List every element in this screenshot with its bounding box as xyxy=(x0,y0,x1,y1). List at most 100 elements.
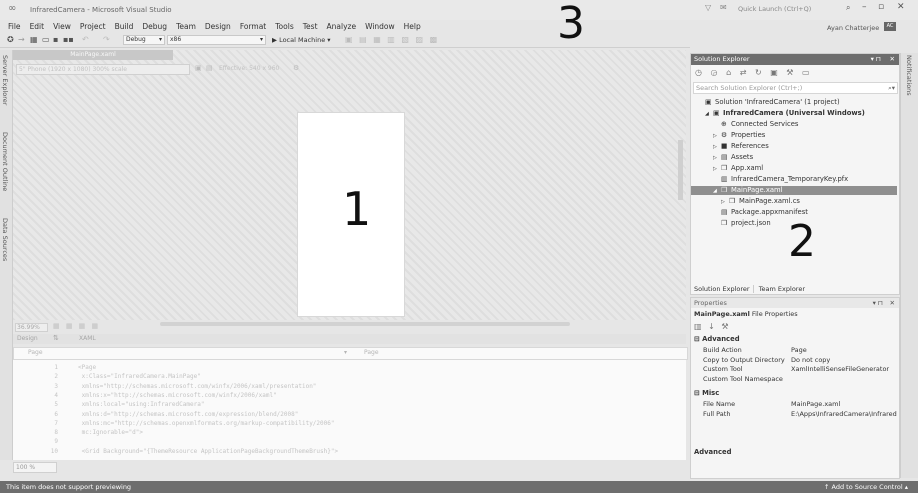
open-icon[interactable]: ▭ xyxy=(42,35,50,44)
property-row[interactable]: Copy to Output Directory Do not copy xyxy=(703,356,893,365)
device-dropdown[interactable]: 5" Phone (1920 x 1080) 300% scale xyxy=(16,64,190,75)
code-line[interactable]: 10 <Grid Background="{ThemeResource Appl… xyxy=(13,447,686,456)
code-line[interactable]: 4 xmlns:x="http://schemas.microsoft.com/… xyxy=(13,391,686,400)
property-row[interactable]: Custom Tool Namespace xyxy=(703,375,893,384)
designer-vertical-scrollbar[interactable] xyxy=(678,140,683,200)
code-line[interactable]: 1 <Page xyxy=(13,363,686,372)
code-line[interactable]: 5 xmlns:local="using:InfraredCamera" xyxy=(13,400,686,409)
undo-icon[interactable]: ↶ xyxy=(82,35,89,44)
expand-arrow-icon[interactable]: ▷ xyxy=(713,143,721,152)
close-button[interactable]: ✕ xyxy=(897,2,905,12)
back-icon[interactable]: ✪ xyxy=(7,35,14,44)
tree-item[interactable]: ◢ ▣ InfraredCamera (Universal Windows) xyxy=(691,109,897,118)
property-value[interactable]: Do not copy xyxy=(791,356,830,365)
advanced-section-header[interactable]: ⊟ Advanced xyxy=(694,335,740,343)
property-row[interactable]: Full Path E:\Apps\InfraredCamera\Infrared xyxy=(703,410,897,419)
save-icon[interactable]: ▪ xyxy=(53,35,58,44)
alphabetical-icon[interactable]: ↓ xyxy=(708,322,717,331)
refresh-icon[interactable]: ↻ xyxy=(755,68,765,77)
designer-horizontal-scrollbar[interactable] xyxy=(160,322,570,326)
tab-solution-explorer[interactable]: Solution Explorer xyxy=(691,285,754,293)
code-line[interactable]: 3 xmlns="http://schemas.microsoft.com/wi… xyxy=(13,382,686,391)
close-icon[interactable]: ✕ xyxy=(890,54,895,65)
new-project-icon[interactable]: ▦ xyxy=(30,35,38,44)
restore-button[interactable]: ▫ xyxy=(878,2,884,12)
menu-tools[interactable]: Tools xyxy=(275,20,293,33)
property-value[interactable]: MainPage.xaml xyxy=(791,400,840,409)
property-value[interactable]: Page xyxy=(791,346,807,355)
menu-format[interactable]: Format xyxy=(240,20,266,33)
feedback-icon[interactable]: ✉ xyxy=(720,3,727,12)
tab-document-outline[interactable]: Document Outline xyxy=(1,132,9,191)
property-row[interactable]: Custom Tool XamlIntelliSenseFileGenerator xyxy=(703,365,893,374)
menu-help[interactable]: Help xyxy=(404,20,421,33)
preview-icon[interactable]: ▭ xyxy=(802,68,813,77)
tab-server-explorer[interactable]: Server Explorer xyxy=(1,55,9,105)
wrench-icon[interactable]: ⚒ xyxy=(721,322,730,331)
property-row[interactable]: File Name MainPage.xaml xyxy=(703,400,893,409)
tab-team-explorer[interactable]: Team Explorer xyxy=(756,285,808,293)
misc-section-header[interactable]: ⊟ Misc xyxy=(694,389,719,397)
redo-icon[interactable]: ↷ xyxy=(103,35,110,44)
menu-file[interactable]: File xyxy=(8,20,21,33)
tree-item[interactable]: ▷ ⚙ Properties xyxy=(691,131,897,140)
menu-window[interactable]: Window xyxy=(365,20,395,33)
editor-zoom-dropdown[interactable]: 100 % xyxy=(13,462,57,473)
tree-item[interactable]: ▷ ■ References xyxy=(691,142,897,151)
menu-team[interactable]: Team xyxy=(176,20,196,33)
collapse-icon[interactable]: ▣ xyxy=(770,68,781,77)
tree-item[interactable]: ⊕ Connected Services xyxy=(691,120,897,129)
expand-arrow-icon[interactable]: ▷ xyxy=(721,198,729,207)
menu-view[interactable]: View xyxy=(53,20,71,33)
portrait-icon[interactable]: ▣ xyxy=(195,64,202,72)
xaml-code-editor[interactable]: 1 <Page 2 x:Class="InfraredCamera.MainPage… xyxy=(13,360,686,460)
save-all-icon[interactable]: ▪▪ xyxy=(63,35,74,44)
menu-debug[interactable]: Debug xyxy=(142,20,167,33)
solution-search-input[interactable]: Search Solution Explorer (Ctrl+;) ⌕▾ xyxy=(693,82,898,94)
tree-item[interactable]: ▣ Solution 'InfraredCamera' (1 project) xyxy=(691,98,897,107)
code-line[interactable]: 7 xmlns:mc="http://schemas.openxmlformat… xyxy=(13,419,686,428)
expand-arrow-icon[interactable]: ◢ xyxy=(705,110,713,119)
nav-left-dropdown[interactable]: Page xyxy=(28,349,43,356)
user-name[interactable]: Ayan Chatterjee xyxy=(827,24,879,32)
tree-item[interactable]: ▷ ❒ App.xaml xyxy=(691,164,897,173)
pin-icon[interactable]: ▾ ⊓ xyxy=(871,54,881,65)
tab-design[interactable]: Design xyxy=(17,335,38,342)
landscape-icon[interactable]: ▤ xyxy=(206,64,213,72)
menu-analyze[interactable]: Analyze xyxy=(327,20,357,33)
minimize-button[interactable]: – xyxy=(862,2,867,12)
quick-launch-input[interactable]: Quick Launch (Ctrl+Q) xyxy=(738,5,811,13)
property-value[interactable]: E:\Apps\InfraredCamera\Infrared xyxy=(791,410,897,419)
platform-dropdown[interactable]: x86 ▾ xyxy=(167,35,266,45)
close-icon[interactable]: ✕ xyxy=(890,298,895,308)
code-line[interactable]: 2 x:Class="InfraredCamera.MainPage" xyxy=(13,372,686,381)
gear-icon[interactable]: ⚙ xyxy=(293,64,299,72)
menu-edit[interactable]: Edit xyxy=(30,20,45,33)
sync-icon[interactable]: ⇄ xyxy=(740,68,750,77)
expand-arrow-icon[interactable]: ▷ xyxy=(713,165,721,174)
add-to-source-control[interactable]: ↑ Add to Source Control ▴ xyxy=(824,481,908,493)
expand-arrow-icon[interactable]: ▷ xyxy=(713,132,721,141)
swap-icon[interactable]: ⇅ xyxy=(53,334,59,342)
tree-item[interactable]: ◢ ❒ MainPage.xaml xyxy=(691,186,897,195)
tab-mainpage-xaml[interactable]: MainPage.xaml xyxy=(13,50,173,60)
tree-item[interactable]: ▷ ❒ MainPage.xaml.cs xyxy=(691,197,897,206)
search-icon[interactable]: ⌕ xyxy=(846,3,850,13)
menu-design[interactable]: Design xyxy=(205,20,231,33)
zoom-dropdown[interactable]: 36.99% xyxy=(15,323,48,332)
menu-test[interactable]: Test xyxy=(303,20,318,33)
run-button[interactable]: ▶ Local Machine ▾ xyxy=(272,36,331,44)
tab-notifications[interactable]: Notifications xyxy=(905,55,913,96)
config-dropdown[interactable]: Debug ▾ xyxy=(123,35,165,45)
pin-icon[interactable]: ▾ ⊓ xyxy=(873,298,883,308)
property-value[interactable]: XamlIntelliSenseFileGenerator xyxy=(791,365,889,374)
grid-icons[interactable]: ▦ ▦ ▦ ▦ xyxy=(53,322,100,330)
tree-item[interactable]: ▷ ▤ Assets xyxy=(691,153,897,162)
code-line[interactable]: 9 xyxy=(13,437,686,446)
categorized-icon[interactable]: ▥ xyxy=(694,322,704,331)
properties-icon[interactable]: ⚒ xyxy=(786,68,796,77)
expand-arrow-icon[interactable]: ◢ xyxy=(713,187,721,196)
code-line[interactable]: 8 mc:Ignorable="d"> xyxy=(13,428,686,437)
expand-arrow-icon[interactable]: ▷ xyxy=(713,154,721,163)
menu-project[interactable]: Project xyxy=(80,20,106,33)
